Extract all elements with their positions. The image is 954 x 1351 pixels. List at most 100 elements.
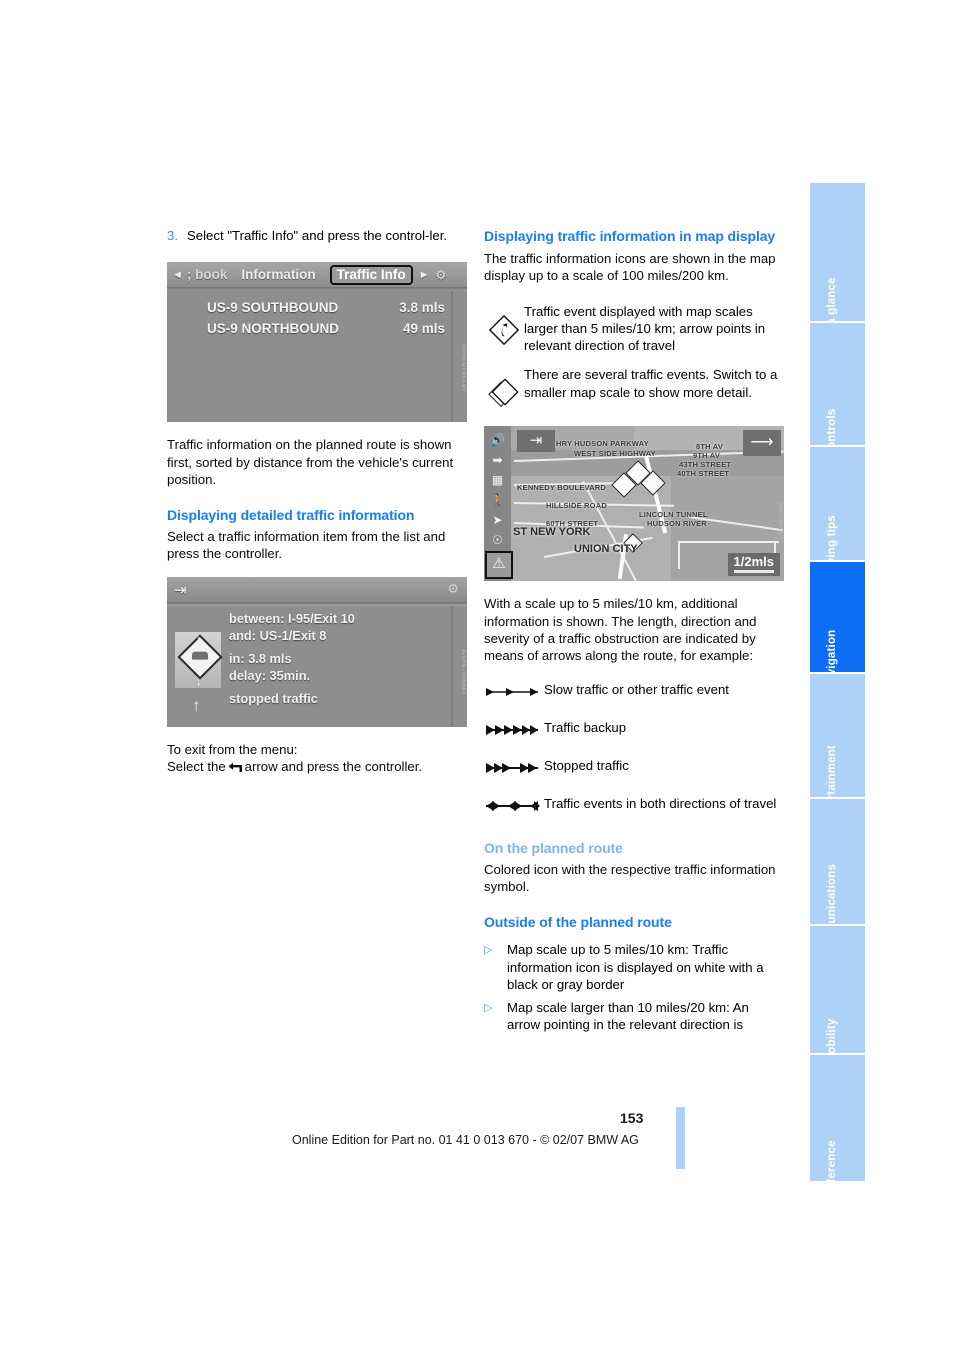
gear-icon: ⚙ xyxy=(447,580,459,596)
traffic-event-diamond-icon xyxy=(484,303,524,345)
gear-icon: ⚙ xyxy=(435,267,447,282)
map-city-label: UNION CITY xyxy=(574,543,638,556)
list-item-distance: 3.8 mls xyxy=(399,300,445,316)
footer-note: Online Edition for Part no. 01 41 0 013 … xyxy=(292,1133,639,1147)
north-arrow-icon: ⟶ xyxy=(743,430,781,457)
map-label: HUDSON RIVER xyxy=(647,519,707,529)
icon-item: Traffic event displayed with map scales … xyxy=(484,303,784,355)
detail-delay: delay: 35min. xyxy=(229,667,311,683)
traffic-list-body: US-9 SOUTHBOUND 3.8 mls US-9 NORTHBOUND … xyxy=(167,291,467,423)
map-road xyxy=(679,541,779,544)
tab-controls[interactable]: Controls xyxy=(810,323,865,457)
destination-icon: ☉ xyxy=(492,533,503,548)
arrow-legend-text: Slow traffic or other traffic event xyxy=(544,681,729,697)
step-number: 3. xyxy=(167,228,178,243)
icon-item-text: Traffic event displayed with map scales … xyxy=(524,303,766,354)
list-item-name: US-9 SOUTHBOUND xyxy=(207,300,339,316)
left-triangle-icon: ◄ xyxy=(172,268,183,281)
map-label: WEST SIDE HIGHWAY xyxy=(574,449,656,459)
direction-arrow-icon: ↑ xyxy=(192,695,201,715)
map-canvas: HRY HUDSON PARKWAY WEST SIDE HIGHWAY 8TH… xyxy=(484,426,784,582)
map-scale-value: 1/2mls xyxy=(733,554,774,570)
screenshot-traffic-info-list: ◄ ; book Information Traffic Info ► ⚙ US… xyxy=(167,262,467,423)
arrow-legend-item: Traffic backup xyxy=(484,719,784,741)
map-scale-ruler xyxy=(733,570,774,574)
bullet-text: Map scale larger than 10 miles/20 km: An… xyxy=(507,1000,749,1033)
triangle-bullet-icon: ▷ xyxy=(484,1002,493,1015)
page-number-bar xyxy=(676,1107,685,1169)
detail-between: between: I-95/Exit 10 xyxy=(229,610,355,626)
back-arrow-icon: ⇥ xyxy=(174,581,187,599)
exit-menu-prefix: Select the xyxy=(167,759,226,775)
bidirectional-arrows-icon xyxy=(484,795,544,817)
heading-on-the-planned-route: On the planned route xyxy=(484,839,623,856)
screenshot-traffic-detail: ⇥ ⚙ ↑ ↓ ↑ between: I-95/Exit 10 and: US-… xyxy=(167,576,467,727)
exit-menu-line2: Select the arrow and press the controlle… xyxy=(167,758,467,777)
menu-item-information: Information xyxy=(241,267,316,283)
tab-communications[interactable]: Communications xyxy=(810,799,865,960)
tab-entertainment[interactable]: Entertainment xyxy=(810,674,865,825)
left-column: 3. Select "Traffic Info" and press the c… xyxy=(167,227,467,777)
tab-driving-tips[interactable]: Driving tips xyxy=(810,447,865,581)
image-watermark: RFHOLMT3HULM2 xyxy=(460,344,466,393)
exit-menu-suffix: arrow and press the controller. xyxy=(244,759,423,775)
detail-condition: stopped traffic xyxy=(229,690,318,706)
map-label: KENNEDY BOULEVARD xyxy=(517,483,606,493)
list-scroll-rail xyxy=(451,291,453,423)
arrow-legend-item: Traffic events in both directions of tra… xyxy=(484,795,784,817)
image-watermark: KHD / BMWUS xyxy=(777,503,783,541)
list-item-name: US-9 NORTHBOUND xyxy=(207,321,340,337)
bullet-text: Map scale up to 5 miles/10 km: Traffic i… xyxy=(507,942,764,992)
map-road xyxy=(678,541,680,570)
menu-item-book: ; book xyxy=(186,267,228,283)
bullet-item: ▷ Map scale larger than 10 miles/20 km: … xyxy=(484,999,784,1034)
tab-navigation[interactable]: Navigation xyxy=(810,562,865,690)
icon-item: There are several traffic events. Switch… xyxy=(484,366,784,408)
sparse-arrows-icon xyxy=(484,681,544,703)
paragraph-select-item: Select a traffic information item from t… xyxy=(167,529,446,562)
tab-at-a-glance[interactable]: At a glance xyxy=(810,183,865,341)
split-screen-icon: ▦ xyxy=(491,473,504,488)
list-item: US-9 NORTHBOUND 49 mls xyxy=(167,318,467,339)
exit-menu-line1: To exit from the menu: xyxy=(167,741,298,757)
speaker-icon: 🔊 xyxy=(490,433,505,448)
pedestrian-icon: 🚶 xyxy=(490,493,505,508)
detail-and: and: US-1/Exit 8 xyxy=(229,627,327,643)
turn-arrow-icon: ➡ xyxy=(492,453,503,468)
map-city-label: ST NEW YORK xyxy=(513,526,591,539)
step-text: Select "Traffic Info" and press the cont… xyxy=(187,228,448,243)
tab-reference[interactable]: Reference xyxy=(810,1055,865,1198)
list-item: US-9 SOUTHBOUND 3.8 mls xyxy=(167,297,467,318)
tab-label: Reference xyxy=(825,1140,838,1198)
detail-in: in: 3.8 mls xyxy=(229,650,292,666)
arrow-legend-item: Stopped traffic xyxy=(484,757,784,779)
tab-mobility[interactable]: Mobility xyxy=(810,926,865,1064)
back-arrow-icon xyxy=(228,760,243,777)
detail-text: between: I-95/Exit 10 and: US-1/Exit 8 i… xyxy=(229,610,447,707)
detail-body: ↑ ↓ ↑ between: I-95/Exit 10 and: US-1/Ex… xyxy=(167,605,467,727)
arrow-up-marker-icon: ↑ xyxy=(196,633,202,646)
chapter-tab-rail: At a glance Controls Driving tips Naviga… xyxy=(810,183,865,1198)
screenshot-map-display: HRY HUDSON PARKWAY WEST SIDE HIGHWAY 8TH… xyxy=(484,426,784,582)
image-watermark: AVDPN / KRNNKT xyxy=(460,648,466,695)
warning-triangle-icon: ⚠ xyxy=(485,551,513,580)
paragraph-scale-detail: With a scale up to 5 miles/10 km, additi… xyxy=(484,596,757,664)
paragraph-map-scale: The traffic information icons are shown … xyxy=(484,251,776,284)
map-label: HRY HUDSON PARKWAY xyxy=(556,439,649,449)
icon-item-text: There are several traffic events. Switch… xyxy=(524,367,778,400)
bullet-item: ▷ Map scale up to 5 miles/10 km: Traffic… xyxy=(484,941,784,993)
page-number: 153 xyxy=(620,1110,644,1126)
arrow-down-marker-icon: ↓ xyxy=(196,675,202,688)
arrow-legend-item: Slow traffic or other traffic event xyxy=(484,681,784,703)
right-triangle-icon: ► xyxy=(418,268,430,281)
map-label: HILLSIDE ROAD xyxy=(546,501,607,511)
heading-displaying-traffic-information-in-map-display: Displaying traffic information in map di… xyxy=(484,228,776,244)
list-item-distance: 49 mls xyxy=(402,321,445,337)
arrow-legend-text: Stopped traffic xyxy=(544,757,629,773)
right-column: Displaying traffic information in map di… xyxy=(484,227,784,1034)
manual-page: 3. Select "Traffic Info" and press the c… xyxy=(0,0,954,1351)
map-label: 40TH STREET xyxy=(677,469,730,479)
back-arrow-icon: ⇥ xyxy=(517,430,555,453)
dense-arrows-icon xyxy=(484,719,544,741)
arrow-legend-text: Traffic events in both directions of tra… xyxy=(544,795,777,811)
